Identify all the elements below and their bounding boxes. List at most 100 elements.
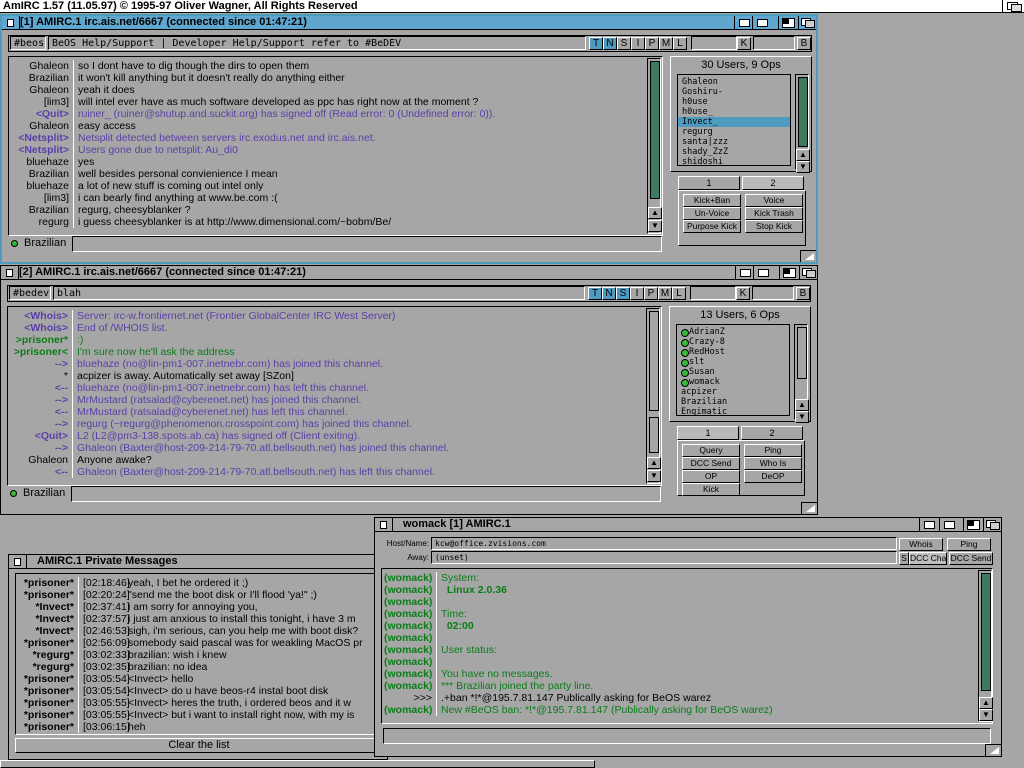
user-list-item[interactable]: Susan: [681, 367, 785, 377]
iconify-gadget-icon[interactable]: [734, 16, 752, 29]
chat-nick[interactable]: (womack): [384, 656, 436, 668]
user-list-scrollbar[interactable]: ▲ ▼: [794, 324, 809, 423]
mode-button-n[interactable]: N: [603, 37, 617, 50]
snapshot-gadget-icon[interactable]: [939, 518, 957, 531]
user-list-scrollbar[interactable]: ▲ ▼: [795, 74, 810, 173]
mode-button-p[interactable]: P: [645, 37, 659, 50]
user-name[interactable]: womack: [689, 377, 720, 387]
chat-scrollbar[interactable]: ▲ ▼: [646, 308, 661, 484]
stop-kick-button[interactable]: Stop Kick: [745, 220, 803, 233]
user-name[interactable]: slt: [689, 357, 704, 367]
user-list-item[interactable]: Ghaleon: [682, 77, 786, 87]
pm-nick[interactable]: *prisoner*: [20, 709, 78, 721]
user-list-item[interactable]: womack: [681, 377, 785, 387]
chat-nick[interactable]: (womack): [384, 632, 436, 644]
mode-button-m[interactable]: M: [659, 37, 673, 50]
chat-nick[interactable]: [lim3]: [11, 192, 73, 204]
user-list-item[interactable]: shidoshi: [682, 157, 786, 167]
chat-nick[interactable]: Brazilian: [11, 72, 73, 84]
tab-1[interactable]: 1: [678, 176, 740, 190]
chat-nick[interactable]: [lim3]: [11, 96, 73, 108]
mode-button-n[interactable]: N: [602, 287, 616, 300]
chat-nick[interactable]: *: [10, 370, 72, 382]
chat-nick[interactable]: <Whois>: [10, 310, 72, 322]
deop-button[interactable]: DeOP: [744, 470, 802, 483]
chat-nick[interactable]: (womack): [384, 596, 436, 608]
dcc-send-button[interactable]: DCC Send: [682, 457, 740, 470]
voice-button[interactable]: Voice: [745, 194, 803, 207]
user-name[interactable]: Crazy-8: [689, 337, 725, 347]
pm-nick[interactable]: *prisoner*: [20, 577, 78, 589]
user-list-item[interactable]: h0use: [682, 97, 786, 107]
dcc-chat-button[interactable]: DCC Chat: [909, 552, 947, 565]
pm-row[interactable]: *prisoner* [02:20:24] "send me the boot di…: [20, 589, 380, 601]
snapshot-gadget-icon[interactable]: [753, 266, 771, 279]
op-button[interactable]: OP: [682, 470, 740, 483]
pm-list[interactable]: *prisoner* [02:18:46] yeah, I bet he order…: [20, 577, 380, 733]
zoom-gadget-icon[interactable]: [963, 518, 981, 531]
pm-row[interactable]: *prisoner* [03:05:55] <Invect> but i want …: [20, 709, 380, 721]
chat-nick[interactable]: (womack): [384, 668, 436, 680]
pm-nick[interactable]: *prisoner*: [20, 721, 78, 733]
chat-nick[interactable]: Ghaleon: [11, 84, 73, 96]
chat-nick[interactable]: (womack): [384, 608, 436, 620]
chat-nick[interactable]: Brazilian: [11, 204, 73, 216]
mode-button-k[interactable]: K: [737, 37, 751, 50]
scrollbar-knob[interactable]: [797, 327, 807, 379]
mode-button-b[interactable]: B: [796, 287, 810, 300]
user-name[interactable]: AdrianZ: [689, 327, 725, 337]
scroll-up-icon[interactable]: ▲: [795, 399, 809, 411]
close-gadget-icon[interactable]: [1, 266, 19, 279]
chat-nick[interactable]: <--: [10, 382, 72, 394]
pm-row[interactable]: *prisoner* [02:56:09] somebody said pascal…: [20, 637, 380, 649]
chat-nick[interactable]: bluehaze: [11, 180, 73, 192]
chat-scrollbar[interactable]: ▲ ▼: [647, 58, 662, 234]
chat-nick[interactable]: Ghaleon: [11, 60, 73, 72]
clear-list-button[interactable]: Clear the list: [15, 738, 383, 753]
message-input[interactable]: [71, 486, 661, 502]
mode-button-k[interactable]: K: [736, 287, 750, 300]
chat-nick[interactable]: (womack): [384, 572, 436, 584]
chat-nick[interactable]: (womack): [384, 680, 436, 692]
chat-nick[interactable]: -->: [10, 358, 72, 370]
user-name[interactable]: RedHost: [689, 347, 725, 357]
mode-button-p[interactable]: P: [644, 287, 658, 300]
user-list[interactable]: Ghaleon Goshiru-h0use h0use_ Invect_ regurg s…: [677, 74, 791, 167]
depth-gadget-icon[interactable]: [798, 16, 816, 29]
mode-button-s[interactable]: S: [617, 37, 631, 50]
user-name[interactable]: Susan: [689, 367, 715, 377]
resize-gadget-icon[interactable]: [801, 502, 817, 514]
message-input[interactable]: [72, 236, 662, 252]
user-name[interactable]: Brazilian: [681, 397, 727, 407]
chat-nick[interactable]: (womack): [384, 620, 436, 632]
window-title-bar[interactable]: womack [1] AMIRC.1: [375, 518, 1001, 532]
chat-nick[interactable]: >prisoner*: [10, 334, 72, 346]
mode-button-i[interactable]: I: [631, 37, 645, 50]
scroll-down-icon[interactable]: ▼: [647, 470, 661, 482]
scroll-up-icon[interactable]: ▲: [648, 207, 662, 219]
user-list-item[interactable]: shady_ZzZ: [682, 147, 786, 157]
topic-field[interactable]: BeOS Help/Support | Developer Help/Suppo…: [48, 36, 586, 50]
snapshot-gadget-icon[interactable]: [752, 16, 770, 29]
mode-button-m[interactable]: M: [658, 287, 672, 300]
purpose-kick-button[interactable]: Purpose Kick: [683, 220, 741, 233]
mode-button-l[interactable]: L: [673, 37, 687, 50]
chat-nick[interactable]: (womack): [384, 584, 436, 596]
iconify-gadget-icon[interactable]: [735, 266, 753, 279]
un-voice-button[interactable]: Un-Voice: [683, 207, 741, 220]
chat-nick[interactable]: <Quit>: [11, 108, 73, 120]
scroll-down-icon[interactable]: ▼: [648, 220, 662, 232]
scroll-up-icon[interactable]: ▲: [647, 457, 661, 469]
ban-field[interactable]: [753, 36, 795, 50]
user-list-item[interactable]: santa|zzz: [682, 137, 786, 147]
close-gadget-icon[interactable]: [2, 16, 20, 29]
ping-button[interactable]: Ping: [947, 538, 991, 551]
pm-row[interactable]: *prisoner* [03:05:54] <Invect> do u have b…: [20, 685, 380, 697]
pm-nick[interactable]: *regurg*: [20, 649, 78, 661]
s-button[interactable]: S: [899, 552, 909, 565]
window-title-bar[interactable]: [2] AMIRC.1 irc.ais.net/6667 (connected …: [1, 266, 817, 280]
zoom-gadget-icon[interactable]: [779, 266, 797, 279]
mode-button-l[interactable]: L: [672, 287, 686, 300]
whois-button[interactable]: Whois: [899, 538, 943, 551]
user-list-item[interactable]: Crazy-8: [681, 337, 785, 347]
